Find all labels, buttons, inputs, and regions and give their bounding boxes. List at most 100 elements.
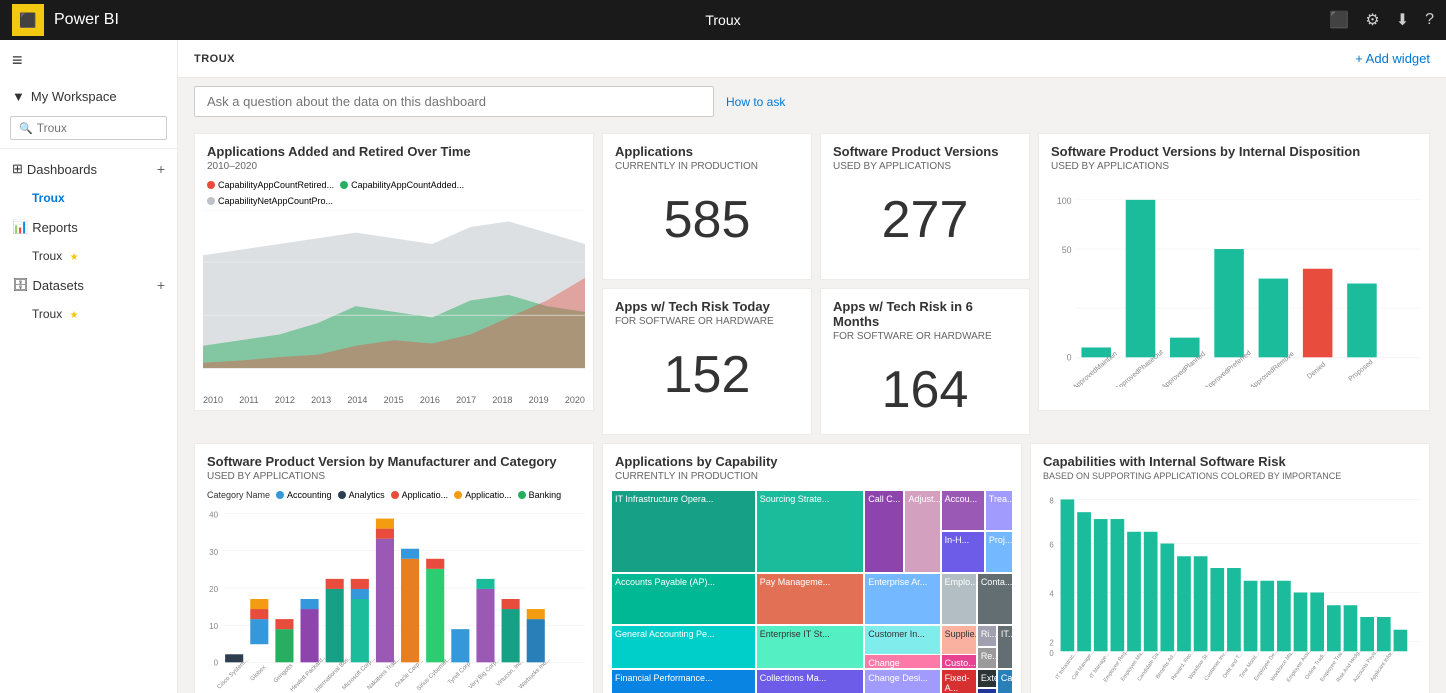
legend-dot-retired [207, 181, 215, 189]
sidebar-item-dashboards[interactable]: ⊞ Dashboards + [0, 153, 177, 185]
sidebar-item-reports[interactable]: 📊 Reports [0, 211, 177, 243]
tile-spvd[interactable]: Software Product Versions by Internal Di… [1038, 133, 1430, 411]
reports-icon: 📊 [12, 219, 28, 235]
tile-tech-risk-6-value: 164 [821, 346, 1029, 434]
spvd-chart-container: 100 50 0 [1039, 176, 1429, 391]
tile-spvm-title: Software Product Version by Manufacturer… [207, 454, 581, 469]
svg-text:10: 10 [209, 622, 218, 631]
treemap-cell-accou[interactable]: Accou... [941, 490, 985, 531]
svg-text:0: 0 [1049, 649, 1054, 658]
tile-spvd-title: Software Product Versions by Internal Di… [1051, 144, 1417, 159]
treemap-cell-exte[interactable]: Exte... [977, 669, 997, 689]
treemap-cell-conta[interactable]: Conta... [977, 573, 1013, 625]
add-widget-button[interactable]: + Add widget [1355, 51, 1430, 66]
tile-apps-header: Applications CURRENTLY IN PRODUCTION [603, 134, 811, 176]
sidebar-search-input[interactable] [37, 121, 158, 135]
tile-spvd-header: Software Product Versions by Internal Di… [1039, 134, 1429, 176]
sidebar-dashboards-label: Dashboards [27, 162, 97, 177]
sidebar-item-datasets[interactable]: 🗄 Datasets + [0, 269, 177, 301]
treemap-cell-it-infra[interactable]: IT Infrastructure Opera... [611, 490, 756, 573]
legend-accounting: Accounting [276, 490, 332, 500]
help-icon[interactable]: ? [1425, 11, 1434, 29]
svg-text:0: 0 [1067, 352, 1072, 362]
dashboards-icon: ⊞ [12, 161, 23, 177]
treemap-cell-emplo[interactable]: Emplo... [941, 573, 977, 625]
treemap-cell-de[interactable]: De... [977, 688, 997, 693]
treemap-cell-sourcing[interactable]: Sourcing Strate... [756, 490, 865, 573]
how-to-ask-link[interactable]: How to ask [726, 95, 785, 109]
tile-spvd-subtitle: USED BY APPLICATIONS [1051, 161, 1417, 172]
caret-icon: ▼ [12, 89, 25, 104]
star-icon: ★ [70, 252, 79, 263]
sidebar-workspace[interactable]: ▼ My Workspace [0, 81, 177, 112]
tile-tech-risk[interactable]: Apps w/ Tech Risk Today FOR SOFTWARE OR … [602, 288, 812, 435]
svg-text:4: 4 [1049, 589, 1054, 598]
treemap-cell-ri[interactable]: Ri... [977, 625, 997, 647]
legend-dot-added [340, 181, 348, 189]
tile-area-title: Applications Added and Retired Over Time [207, 144, 581, 159]
treemap-cell-ca[interactable]: Ca... [997, 669, 1013, 693]
tile-spv-subtitle: USED BY APPLICATIONS [833, 161, 1017, 172]
spvm-chart-container: 40 30 20 10 0 [195, 504, 593, 693]
tile-applications[interactable]: Applications CURRENTLY IN PRODUCTION 585 [602, 133, 812, 280]
sidebar-search-box[interactable]: 🔍 [10, 116, 167, 140]
treemap-cell-collma[interactable]: Collections Ma... [756, 669, 865, 693]
qa-bar: How to ask [178, 78, 1446, 125]
row-1: Applications Added and Retired Over Time… [194, 133, 1430, 435]
treemap-cell-accpay[interactable]: Accounts Payable (AP)... [611, 573, 756, 625]
settings-icon[interactable]: ⚙ [1365, 10, 1379, 30]
tile-appcap-title: Applications by Capability [615, 454, 1009, 469]
tile-apps-capability[interactable]: Applications by Capability CURRENTLY IN … [602, 443, 1022, 693]
tile-spv-title: Software Product Versions [833, 144, 1017, 159]
dashboard-grid: Applications Added and Retired Over Time… [178, 125, 1446, 693]
fullscreen-icon[interactable]: ⬛ [1329, 10, 1349, 30]
treemap-cell-re[interactable]: Re... [977, 647, 997, 669]
tile-area-legend: CapabilityAppCountRetired... CapabilityA… [195, 176, 593, 210]
legend-app1: Applicatio... [391, 490, 449, 500]
treemap-cell-inh[interactable]: In-H... [941, 531, 985, 572]
dashboards-plus-icon[interactable]: + [157, 161, 165, 177]
legend-item-net: CapabilityNetAppCountPro... [207, 196, 333, 206]
hamburger-menu-icon[interactable]: ≡ [0, 40, 177, 81]
treemap-cell-adjust[interactable]: Adjust... [904, 490, 940, 573]
treemap-cell-custo[interactable]: Custo... [941, 654, 977, 669]
sidebar-item-troux-dataset[interactable]: Troux ★ [0, 301, 177, 327]
tile-area-subtitle: 2010–2020 [207, 161, 581, 172]
download-icon[interactable]: ⬇ [1396, 10, 1409, 30]
tile-spvm-legend: Category Name Accounting Analytics Appli… [195, 486, 593, 504]
treemap-cell-proj[interactable]: Proj... [985, 531, 1013, 572]
tile-capswrisk-header: Capabilities with Internal Software Risk… [1031, 444, 1429, 485]
sidebar: ≡ ▼ My Workspace 🔍 ⊞ Dashboards + Troux … [0, 40, 178, 693]
treemap-cell-call[interactable]: Call C... [864, 490, 904, 573]
treemap-cell-it[interactable]: IT... [997, 625, 1013, 669]
sidebar-divider-1 [0, 148, 177, 149]
sidebar-item-troux-dashboard[interactable]: Troux [0, 185, 177, 211]
tile-tech-risk-6[interactable]: Apps w/ Tech Risk in 6 Months FOR SOFTWA… [820, 288, 1030, 435]
datasets-plus-icon[interactable]: + [157, 277, 165, 293]
treemap-cell-entit[interactable]: Enterprise IT St... [756, 625, 865, 669]
tile-spv[interactable]: Software Product Versions USED BY APPLIC… [820, 133, 1030, 280]
area-chart-svg: 600 400 200 0 [203, 210, 585, 391]
treemap-cell-chngplan2[interactable]: Change Planning [864, 654, 940, 669]
tile-spv-header: Software Product Versions USED BY APPLIC… [821, 134, 1029, 176]
treemap-container: IT Infrastructure Opera... Sourcing Stra… [611, 490, 1013, 693]
sidebar-item-troux-report[interactable]: Troux ★ [0, 243, 177, 269]
breadcrumb: TROUX [194, 53, 235, 65]
treemap-cell-trea[interactable]: Trea... [985, 490, 1013, 531]
treemap-cell-pay[interactable]: Pay Manageme... [756, 573, 865, 625]
spvd-chart-svg: 100 50 0 [1047, 180, 1421, 387]
treemap-cell-entarc[interactable]: Enterprise Ar... [864, 573, 940, 625]
qa-search-input[interactable] [194, 86, 714, 117]
tile-tech-risk-header: Apps w/ Tech Risk Today FOR SOFTWARE OR … [603, 289, 811, 331]
tile-area-chart[interactable]: Applications Added and Retired Over Time… [194, 133, 594, 411]
tile-tech-risk-subtitle: FOR SOFTWARE OR HARDWARE [615, 316, 799, 327]
treemap-cell-chngdes[interactable]: Change Desi... [864, 669, 940, 693]
tile-apps-title: Applications [615, 144, 799, 159]
tile-capabilities-risk[interactable]: Capabilities with Internal Software Risk… [1030, 443, 1430, 693]
treemap-cell-finperf[interactable]: Financial Performance... [611, 669, 756, 693]
svg-text:Tyrell Corp: Tyrell Corp [447, 661, 472, 686]
treemap-cell-fixeda[interactable]: Fixed-A... [941, 669, 977, 693]
svg-text:2: 2 [1049, 638, 1053, 647]
treemap-cell-genacct[interactable]: General Accounting Pe... [611, 625, 756, 669]
tile-spvm[interactable]: Software Product Version by Manufacturer… [194, 443, 594, 693]
